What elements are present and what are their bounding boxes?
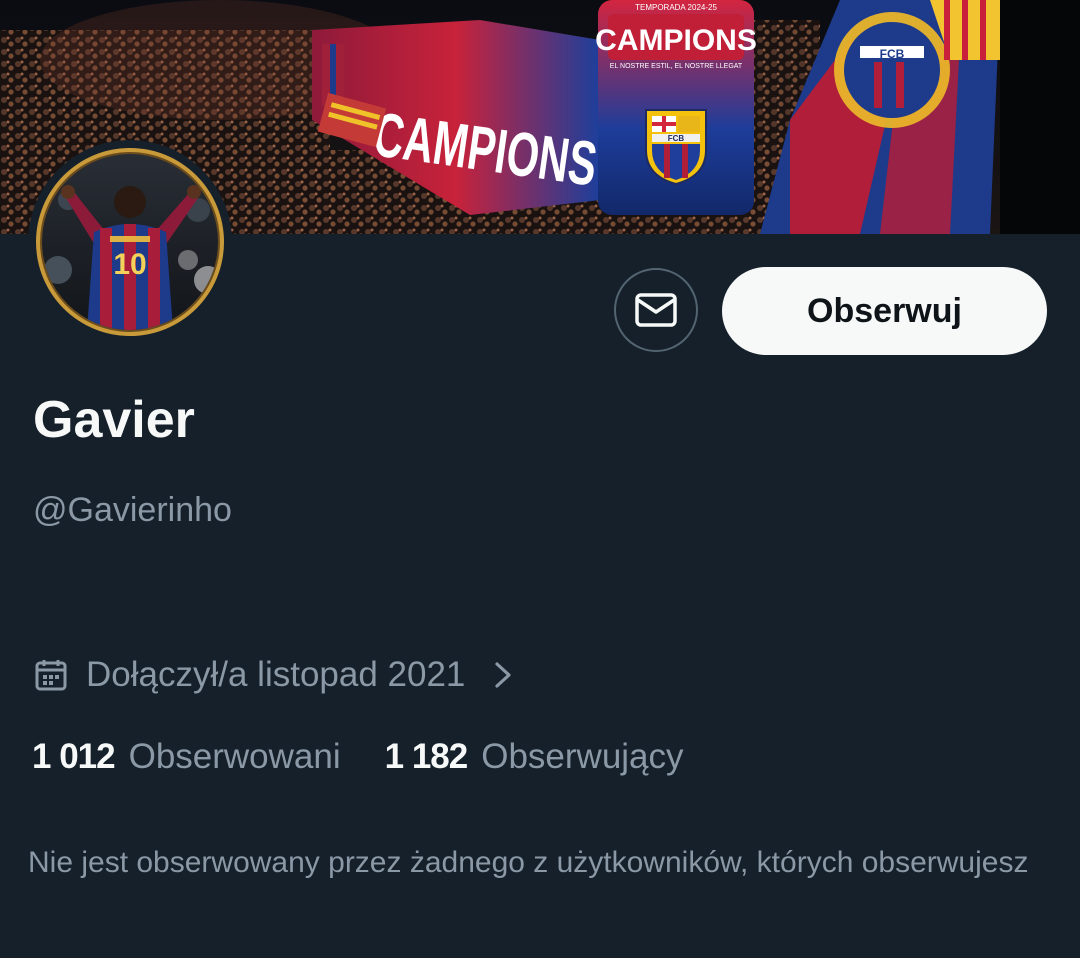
- profile-page: CAMPIONS TEMPORADA 2024-25 CAMPIONS EL N…: [0, 0, 1080, 958]
- avatar-image: 10: [36, 148, 224, 336]
- display-name: Gavier: [33, 391, 195, 449]
- bus-front-text: CAMPIONS: [595, 24, 757, 57]
- chevron-right-icon: [495, 662, 512, 688]
- profile-avatar[interactable]: 10: [28, 140, 232, 344]
- message-button[interactable]: [614, 268, 698, 352]
- following-count: 1 012: [32, 737, 116, 776]
- mutual-followers-note: Nie jest obserwowany przez żadnego z uży…: [28, 846, 1029, 879]
- bus-season-text: TEMPORADA 2024-25: [635, 3, 717, 12]
- avatar-shirt-number: 10: [113, 248, 146, 281]
- following-link[interactable]: 1 012 Obserwowani: [32, 737, 341, 777]
- calendar-icon: [35, 660, 67, 691]
- followers-link[interactable]: 1 182 Obserwujący: [385, 737, 684, 777]
- bus-crest-text: FCB: [668, 134, 685, 143]
- followers-label: Obserwujący: [481, 737, 684, 776]
- user-handle: @Gavierinho: [33, 491, 232, 529]
- follow-stats: 1 012 Obserwowani 1 182 Obserwujący: [32, 733, 684, 781]
- flag-crest-text: FCB: [880, 47, 905, 61]
- joined-date-row[interactable]: Dołączył/a listopad 2021: [34, 652, 515, 698]
- follow-button[interactable]: Obserwuj: [722, 267, 1047, 355]
- following-label: Obserwowani: [128, 737, 341, 776]
- envelope-icon: [635, 293, 677, 327]
- bus-sub-text: EL NOSTRE ESTIL, EL NOSTRE LLEGAT: [610, 63, 743, 70]
- joined-date-text: Dołączył/a listopad 2021: [86, 655, 466, 694]
- followers-count: 1 182: [384, 737, 469, 776]
